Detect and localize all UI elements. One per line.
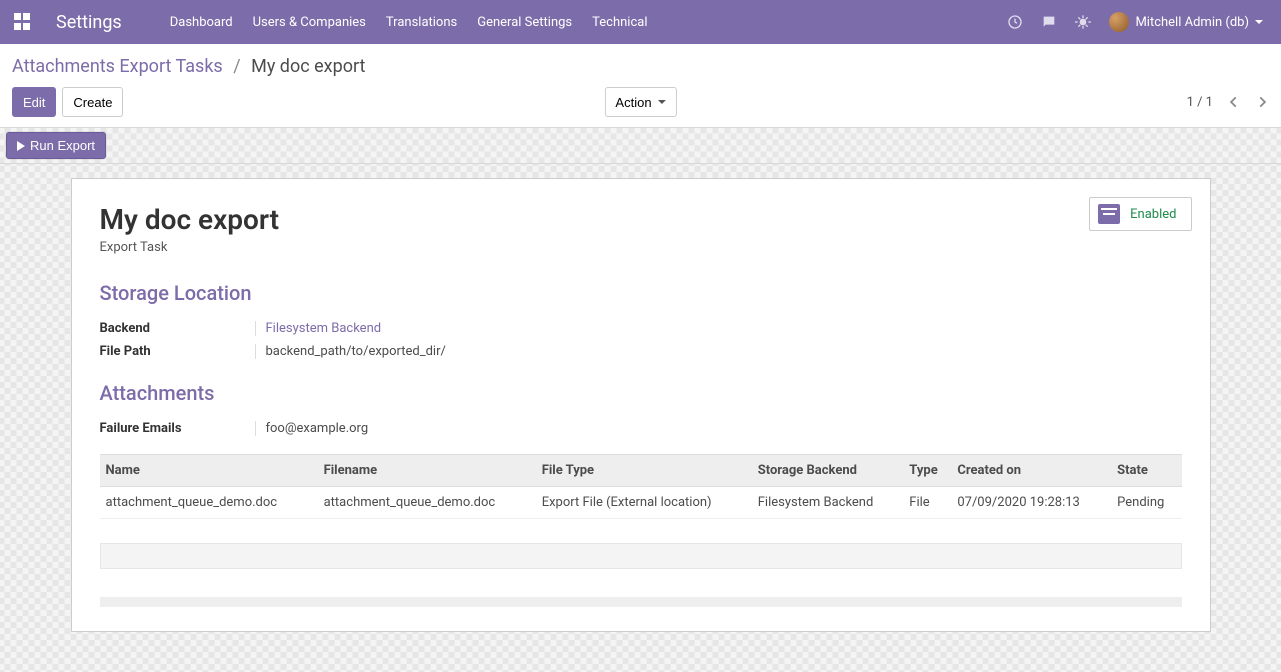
cell-state: Pending: [1111, 487, 1181, 519]
cell-created: 07/09/2020 19:28:13: [951, 487, 1111, 519]
th-filetype[interactable]: File Type: [536, 455, 752, 487]
record-subtitle: Export Task: [100, 240, 1182, 255]
nav-links: Dashboard Users & Companies Translations…: [170, 15, 648, 30]
cell-type: File: [903, 487, 951, 519]
breadcrumb-current: My doc export: [251, 56, 365, 77]
table-footer: [100, 543, 1182, 569]
th-name[interactable]: Name: [100, 455, 318, 487]
nav-link-technical[interactable]: Technical: [592, 15, 647, 30]
section-attachments: Attachments: [100, 381, 1182, 405]
cell-backend: Filesystem Backend: [752, 487, 904, 519]
attachments-table: Name Filename File Type Storage Backend …: [100, 454, 1182, 519]
debug-icon[interactable]: [1075, 14, 1091, 30]
create-button[interactable]: Create: [62, 87, 123, 117]
user-menu[interactable]: Mitchell Admin (db): [1109, 12, 1263, 32]
nav-link-general-settings[interactable]: General Settings: [477, 15, 572, 30]
table-row[interactable]: attachment_queue_demo.doc attachment_que…: [100, 487, 1182, 519]
app-brand[interactable]: Settings: [56, 12, 122, 33]
field-label-failure-emails: Failure Emails: [100, 421, 255, 436]
play-icon: [17, 141, 25, 151]
archive-icon: [1098, 204, 1120, 224]
pager-next-icon[interactable]: [1255, 95, 1269, 109]
statusbar: Run Export: [0, 128, 1281, 164]
field-value-backend[interactable]: Filesystem Backend: [266, 321, 382, 336]
table-header-row: Name Filename File Type Storage Backend …: [100, 455, 1182, 487]
record-title: My doc export: [100, 203, 1182, 236]
run-export-label: Run Export: [30, 138, 95, 153]
run-export-button[interactable]: Run Export: [6, 132, 106, 159]
top-navbar: Settings Dashboard Users & Companies Tra…: [0, 0, 1281, 44]
nav-link-dashboard[interactable]: Dashboard: [170, 15, 233, 30]
user-name: Mitchell Admin (db): [1135, 15, 1249, 30]
nav-link-users[interactable]: Users & Companies: [253, 15, 366, 30]
section-storage-location: Storage Location: [100, 281, 1182, 305]
control-panel: Attachments Export Tasks / My doc export…: [0, 44, 1281, 128]
apps-icon[interactable]: [14, 13, 32, 31]
activities-icon[interactable]: [1007, 14, 1023, 30]
pager-text: 1 / 1: [1187, 95, 1213, 110]
action-dropdown[interactable]: Action: [604, 87, 676, 117]
field-label-filepath: File Path: [100, 344, 255, 359]
field-value-filepath: backend_path/to/exported_dir/: [255, 344, 446, 359]
cell-name: attachment_queue_demo.doc: [100, 487, 318, 519]
field-value-failure-emails: foo@example.org: [255, 421, 369, 436]
th-type[interactable]: Type: [903, 455, 951, 487]
field-label-backend: Backend: [100, 321, 255, 336]
th-filename[interactable]: Filename: [318, 455, 536, 487]
breadcrumb-sep: /: [227, 56, 246, 77]
cell-filename: attachment_queue_demo.doc: [318, 487, 536, 519]
action-label: Action: [615, 95, 651, 110]
messages-icon[interactable]: [1041, 14, 1057, 30]
chevron-down-icon: [658, 100, 666, 104]
form-sheet: Enabled My doc export Export Task Storag…: [71, 178, 1211, 632]
chevron-down-icon: [1255, 20, 1263, 24]
edit-button[interactable]: Edit: [12, 87, 56, 117]
table-footer-bar: [100, 597, 1182, 607]
pager-prev-icon[interactable]: [1227, 95, 1241, 109]
th-storage-backend[interactable]: Storage Backend: [752, 455, 904, 487]
cell-filetype: Export File (External location): [536, 487, 752, 519]
status-badge[interactable]: Enabled: [1089, 197, 1191, 231]
form-background: Enabled My doc export Export Task Storag…: [0, 164, 1281, 672]
breadcrumb-parent[interactable]: Attachments Export Tasks: [12, 56, 223, 77]
nav-link-translations[interactable]: Translations: [386, 15, 457, 30]
th-created-on[interactable]: Created on: [951, 455, 1111, 487]
th-state[interactable]: State: [1111, 455, 1181, 487]
status-label: Enabled: [1130, 207, 1176, 222]
breadcrumb: Attachments Export Tasks / My doc export: [12, 56, 1269, 77]
avatar: [1109, 12, 1129, 32]
